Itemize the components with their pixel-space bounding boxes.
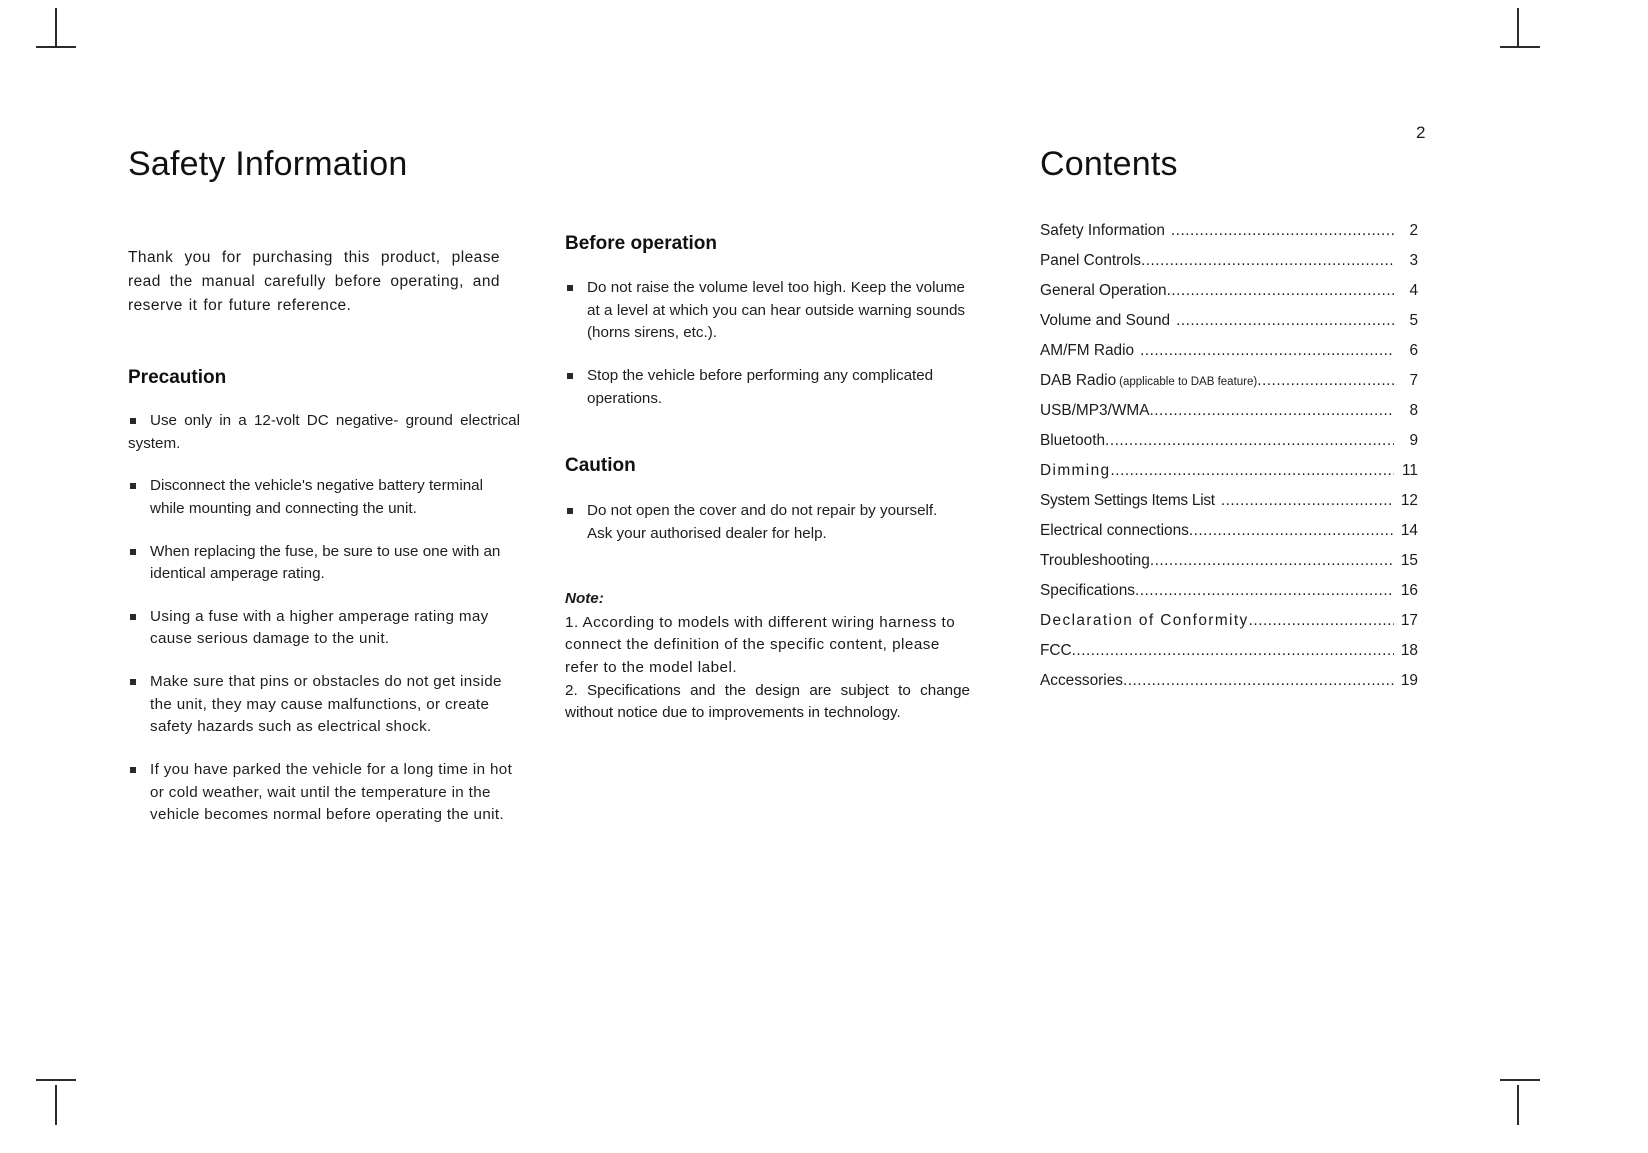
- toc-entry-page-number: 15: [1400, 552, 1418, 569]
- list-item: Stop the vehicle before performing any c…: [565, 365, 965, 410]
- toc-entry[interactable]: USB/MP3/WMA.............................…: [1040, 402, 1418, 420]
- table-of-contents: Safety Information......................…: [1040, 222, 1418, 702]
- toc-entry[interactable]: Panel Controls..........................…: [1040, 252, 1418, 270]
- toc-entry-label: System Settings Items List: [1040, 492, 1215, 509]
- note-label: Note:: [565, 590, 604, 607]
- toc-entry[interactable]: Electrical connections..................…: [1040, 522, 1418, 540]
- crop-mark-bottom-left-vertical: [55, 1085, 57, 1125]
- toc-entry-page-number: 6: [1409, 342, 1418, 359]
- toc-entry-page-number: 19: [1400, 672, 1418, 689]
- heading-precaution: Precaution: [128, 367, 227, 388]
- before-operation-list: Do not raise the volume level too high. …: [565, 277, 965, 430]
- toc-entry-label: Safety Information: [1040, 222, 1165, 239]
- toc-dot-leader: ........................................…: [1220, 493, 1394, 509]
- toc-entry-page-number: 2: [1409, 222, 1418, 239]
- list-item: Make sure that pins or obstacles do not …: [128, 671, 520, 739]
- toc-entry[interactable]: DAB Radio (applicable to DAB feature)....…: [1040, 372, 1418, 390]
- toc-entry-page-number: 5: [1409, 312, 1418, 329]
- toc-entry-label: Specifications: [1040, 582, 1135, 599]
- crop-mark-top-right-vertical: [1517, 8, 1519, 48]
- toc-entry[interactable]: FCC.....................................…: [1040, 642, 1418, 660]
- toc-entry[interactable]: Bluetooth...............................…: [1040, 432, 1418, 450]
- toc-dot-leader: ........................................…: [1149, 403, 1394, 419]
- toc-entry-label: Volume and Sound: [1040, 312, 1171, 329]
- toc-dot-leader: ........................................…: [1170, 223, 1394, 239]
- toc-dot-leader: ........................................…: [1149, 553, 1394, 569]
- list-item: Use only in a 12-volt DC negative- groun…: [128, 410, 520, 455]
- toc-entry-label: Declaration of Conformity: [1040, 612, 1249, 629]
- crop-mark-bottom-right-vertical: [1517, 1085, 1519, 1125]
- toc-entry-page-number: 3: [1409, 252, 1418, 269]
- toc-entry[interactable]: Specifications..........................…: [1040, 582, 1418, 600]
- list-item: Do not raise the volume level too high. …: [565, 277, 965, 345]
- toc-dot-leader: ........................................…: [1166, 283, 1394, 299]
- crop-mark-bottom-right-horizontal: [1500, 1079, 1540, 1081]
- toc-entry-page-number: 7: [1409, 372, 1418, 389]
- toc-entry[interactable]: Volume and Sound........................…: [1040, 312, 1418, 330]
- toc-entry[interactable]: Accessories.............................…: [1040, 672, 1418, 690]
- toc-entry-label: DAB Radio: [1040, 372, 1117, 389]
- toc-entry-label: FCC: [1040, 642, 1072, 659]
- list-item: Disconnect the vehicle's negative batter…: [128, 475, 520, 520]
- crop-mark-bottom-left-horizontal: [36, 1079, 76, 1081]
- toc-dot-leader: ........................................…: [1257, 373, 1394, 389]
- toc-entry-label: Accessories: [1040, 672, 1123, 689]
- toc-entry-page-number: 12: [1400, 492, 1418, 509]
- toc-entry[interactable]: General Operation.......................…: [1040, 282, 1418, 300]
- toc-entry-page-number: 16: [1400, 582, 1418, 599]
- crop-mark-top-left-horizontal: [36, 46, 76, 48]
- caution-list: Do not open the cover and do not repair …: [565, 500, 965, 565]
- list-item: Using a fuse with a higher amperage rati…: [128, 606, 520, 651]
- toc-entry[interactable]: Troubleshooting.........................…: [1040, 552, 1418, 570]
- toc-entry-page-number: 14: [1400, 522, 1418, 539]
- heading-before-operation: Before operation: [565, 233, 718, 254]
- toc-entry[interactable]: System Settings Items List..............…: [1040, 492, 1418, 510]
- toc-entry-label: General Operation: [1040, 282, 1167, 299]
- toc-entry-page-number: 9: [1409, 432, 1418, 449]
- toc-entry-sublabel: (applicable to DAB feature): [1119, 376, 1258, 388]
- toc-entry-page-number: 18: [1400, 642, 1418, 659]
- crop-mark-top-right-horizontal: [1500, 46, 1540, 48]
- toc-entry-page-number: 4: [1409, 282, 1418, 299]
- toc-entry[interactable]: AM/FM Radio.............................…: [1040, 342, 1418, 360]
- page-number: 2: [1416, 123, 1426, 142]
- toc-entry-label: Electrical connections: [1040, 522, 1189, 539]
- crop-mark-top-left-vertical: [55, 8, 57, 48]
- heading-caution: Caution: [565, 455, 636, 476]
- toc-dot-leader: ........................................…: [1176, 313, 1394, 329]
- precaution-list: Use only in a 12-volt DC negative- groun…: [128, 410, 520, 847]
- toc-entry-label: Dimming: [1040, 462, 1111, 479]
- toc-dot-leader: ........................................…: [1122, 673, 1394, 689]
- note-item-2: 2. Specifications and the design are sub…: [565, 681, 970, 722]
- toc-entry-label: AM/FM Radio: [1040, 342, 1135, 359]
- toc-dot-leader: ........................................…: [1140, 343, 1394, 359]
- page-title-safety-information: Safety Information: [128, 145, 408, 183]
- list-item: If you have parked the vehicle for a lon…: [128, 759, 520, 827]
- toc-dot-leader: ........................................…: [1110, 463, 1394, 479]
- toc-dot-leader: ........................................…: [1140, 253, 1394, 269]
- toc-entry-page-number: 17: [1400, 612, 1418, 629]
- toc-entry[interactable]: Dimming.................................…: [1040, 462, 1418, 480]
- toc-entry-label: Panel Controls: [1040, 252, 1141, 269]
- toc-dot-leader: ........................................…: [1188, 523, 1394, 539]
- list-item: Do not open the cover and do not repair …: [565, 500, 965, 545]
- list-item: When replacing the fuse, be sure to use …: [128, 541, 520, 586]
- toc-entry-label: Troubleshooting: [1040, 552, 1150, 569]
- toc-entry-page-number: 11: [1402, 462, 1418, 479]
- toc-dot-leader: ........................................…: [1071, 643, 1394, 659]
- note-item-1: 1. According to models with different wi…: [565, 613, 956, 676]
- note-block: Note: 1. According to models with differ…: [565, 588, 970, 725]
- toc-dot-leader: ........................................…: [1105, 433, 1394, 449]
- toc-entry[interactable]: Safety Information......................…: [1040, 222, 1418, 240]
- toc-dot-leader: ........................................…: [1134, 583, 1394, 599]
- toc-dot-leader: ........................................…: [1248, 613, 1394, 629]
- toc-entry-page-number: 8: [1409, 402, 1418, 419]
- page-title-contents: Contents: [1040, 145, 1178, 183]
- toc-entry-label: Bluetooth: [1040, 432, 1106, 449]
- toc-entry[interactable]: Declaration of Conformity...............…: [1040, 612, 1418, 630]
- intro-paragraph: Thank you for purchasing this product, p…: [128, 248, 500, 314]
- toc-entry-label: USB/MP3/WMA: [1040, 402, 1150, 419]
